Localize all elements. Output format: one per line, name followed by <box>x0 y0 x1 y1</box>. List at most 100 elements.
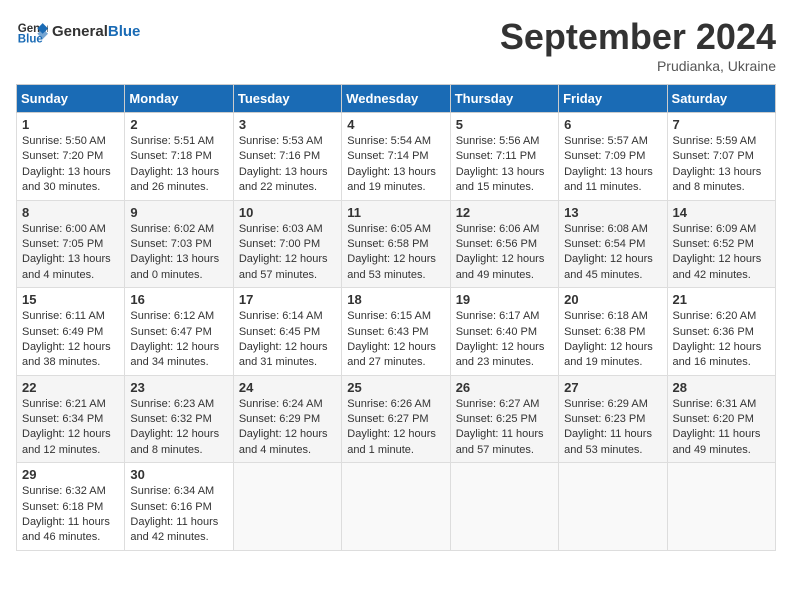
day-detail: Sunrise: 6:24 AMSunset: 6:29 PMDaylight:… <box>239 397 336 459</box>
day-number: 26 <box>456 380 553 395</box>
day-detail: Sunrise: 6:23 AMSunset: 6:32 PMDaylight:… <box>130 397 227 459</box>
day-number: 23 <box>130 380 227 395</box>
title-block: September 2024 Prudianka, Ukraine <box>500 16 776 74</box>
calendar-cell: 5Sunrise: 5:56 AMSunset: 7:11 PMDaylight… <box>450 113 558 201</box>
day-detail: Sunrise: 6:18 AMSunset: 6:38 PMDaylight:… <box>564 309 661 371</box>
day-detail: Sunrise: 5:57 AMSunset: 7:09 PMDaylight:… <box>564 134 661 196</box>
day-number: 28 <box>673 380 770 395</box>
day-number: 10 <box>239 205 336 220</box>
day-detail: Sunrise: 6:27 AMSunset: 6:25 PMDaylight:… <box>456 397 553 459</box>
month-title: September 2024 <box>500 16 776 58</box>
day-number: 14 <box>673 205 770 220</box>
day-detail: Sunrise: 6:20 AMSunset: 6:36 PMDaylight:… <box>673 309 770 371</box>
logo-icon: General Blue <box>16 16 48 48</box>
calendar-cell <box>233 463 341 551</box>
day-number: 20 <box>564 292 661 307</box>
day-number: 27 <box>564 380 661 395</box>
calendar-cell: 26 Sunrise: 6:27 AMSunset: 6:25 PMDayligh… <box>450 375 558 463</box>
calendar-week-row: 15 Sunrise: 6:11 AMSunset: 6:49 PMDayligh… <box>17 288 776 376</box>
day-detail: Sunrise: 6:26 AMSunset: 6:27 PMDaylight:… <box>347 397 444 459</box>
day-detail: Sunrise: 5:51 AMSunset: 7:18 PMDaylight:… <box>130 134 227 196</box>
day-detail: Sunrise: 6:09 AMSunset: 6:52 PMDaylight:… <box>673 222 770 284</box>
day-number: 15 <box>22 292 119 307</box>
calendar-week-row: 29 Sunrise: 6:32 AMSunset: 6:18 PMDayligh… <box>17 463 776 551</box>
day-number: 18 <box>347 292 444 307</box>
calendar-header-row: SundayMondayTuesdayWednesdayThursdayFrid… <box>17 85 776 113</box>
day-detail: Sunrise: 6:03 AMSunset: 7:00 PMDaylight:… <box>239 222 336 284</box>
logo-text: GeneralBlue <box>52 23 140 41</box>
calendar-cell <box>667 463 775 551</box>
day-number: 22 <box>22 380 119 395</box>
calendar-cell: 22 Sunrise: 6:21 AMSunset: 6:34 PMDayligh… <box>17 375 125 463</box>
day-number: 3 <box>239 117 336 132</box>
day-number: 30 <box>130 467 227 482</box>
day-number: 13 <box>564 205 661 220</box>
day-detail: Sunrise: 6:08 AMSunset: 6:54 PMDaylight:… <box>564 222 661 284</box>
calendar-cell: 24Sunrise: 6:24 AMSunset: 6:29 PMDayligh… <box>233 375 341 463</box>
weekday-header: Friday <box>559 85 667 113</box>
day-detail: Sunrise: 6:34 AMSunset: 6:16 PMDaylight:… <box>130 484 227 546</box>
day-number: 25 <box>347 380 444 395</box>
day-number: 6 <box>564 117 661 132</box>
day-detail: Sunrise: 5:59 AMSunset: 7:07 PMDaylight:… <box>673 134 770 196</box>
calendar-cell: 4 Sunrise: 5:54 AMSunset: 7:14 PMDaylight… <box>342 113 450 201</box>
calendar-cell <box>450 463 558 551</box>
page-header: General Blue GeneralBlue September 2024 … <box>16 16 776 74</box>
day-number: 2 <box>130 117 227 132</box>
calendar-cell: 14 Sunrise: 6:09 AMSunset: 6:52 PMDayligh… <box>667 200 775 288</box>
day-number: 4 <box>347 117 444 132</box>
weekday-header: Wednesday <box>342 85 450 113</box>
day-detail: Sunrise: 6:00 AMSunset: 7:05 PMDaylight:… <box>22 222 119 284</box>
day-number: 19 <box>456 292 553 307</box>
calendar-cell: 16Sunrise: 6:12 AMSunset: 6:47 PMDayligh… <box>125 288 233 376</box>
day-detail: Sunrise: 6:05 AMSunset: 6:58 PMDaylight:… <box>347 222 444 284</box>
calendar-cell: 12Sunrise: 6:06 AMSunset: 6:56 PMDayligh… <box>450 200 558 288</box>
day-detail: Sunrise: 6:21 AMSunset: 6:34 PMDaylight:… <box>22 397 119 459</box>
day-number: 7 <box>673 117 770 132</box>
calendar-cell: 15 Sunrise: 6:11 AMSunset: 6:49 PMDayligh… <box>17 288 125 376</box>
calendar-cell: 2 Sunrise: 5:51 AMSunset: 7:18 PMDaylight… <box>125 113 233 201</box>
day-number: 21 <box>673 292 770 307</box>
day-number: 9 <box>130 205 227 220</box>
calendar-cell: 30 Sunrise: 6:34 AMSunset: 6:16 PMDayligh… <box>125 463 233 551</box>
calendar-cell: 6 Sunrise: 5:57 AMSunset: 7:09 PMDaylight… <box>559 113 667 201</box>
weekday-header: Saturday <box>667 85 775 113</box>
calendar-cell: 10 Sunrise: 6:03 AMSunset: 7:00 PMDayligh… <box>233 200 341 288</box>
weekday-header: Thursday <box>450 85 558 113</box>
day-number: 1 <box>22 117 119 132</box>
day-detail: Sunrise: 5:53 AMSunset: 7:16 PMDaylight:… <box>239 134 336 196</box>
calendar-cell: 3 Sunrise: 5:53 AMSunset: 7:16 PMDaylight… <box>233 113 341 201</box>
day-number: 11 <box>347 205 444 220</box>
day-detail: Sunrise: 5:50 AMSunset: 7:20 PMDaylight:… <box>22 134 119 196</box>
calendar-cell: 13 Sunrise: 6:08 AMSunset: 6:54 PMDayligh… <box>559 200 667 288</box>
calendar-cell: 19 Sunrise: 6:17 AMSunset: 6:40 PMDayligh… <box>450 288 558 376</box>
day-detail: Sunrise: 6:06 AMSunset: 6:56 PMDaylight:… <box>456 222 553 284</box>
calendar-cell: 11 Sunrise: 6:05 AMSunset: 6:58 PMDayligh… <box>342 200 450 288</box>
day-number: 17 <box>239 292 336 307</box>
day-detail: Sunrise: 6:02 AMSunset: 7:03 PMDaylight:… <box>130 222 227 284</box>
logo: General Blue GeneralBlue <box>16 16 140 48</box>
day-number: 5 <box>456 117 553 132</box>
calendar-cell <box>342 463 450 551</box>
calendar-cell <box>559 463 667 551</box>
calendar-cell: 1 Sunrise: 5:50 AMSunset: 7:20 PMDaylight… <box>17 113 125 201</box>
day-detail: Sunrise: 6:32 AMSunset: 6:18 PMDaylight:… <box>22 484 119 546</box>
day-detail: Sunrise: 6:11 AMSunset: 6:49 PMDaylight:… <box>22 309 119 371</box>
day-detail: Sunrise: 6:14 AMSunset: 6:45 PMDaylight:… <box>239 309 336 371</box>
calendar-cell: 21 Sunrise: 6:20 AMSunset: 6:36 PMDayligh… <box>667 288 775 376</box>
day-detail: Sunrise: 5:54 AMSunset: 7:14 PMDaylight:… <box>347 134 444 196</box>
calendar-table: SundayMondayTuesdayWednesdayThursdayFrid… <box>16 84 776 551</box>
calendar-cell: 23 Sunrise: 6:23 AMSunset: 6:32 PMDayligh… <box>125 375 233 463</box>
day-detail: Sunrise: 6:15 AMSunset: 6:43 PMDaylight:… <box>347 309 444 371</box>
calendar-week-row: 22 Sunrise: 6:21 AMSunset: 6:34 PMDayligh… <box>17 375 776 463</box>
calendar-cell: 9 Sunrise: 6:02 AMSunset: 7:03 PMDaylight… <box>125 200 233 288</box>
day-detail: Sunrise: 6:17 AMSunset: 6:40 PMDaylight:… <box>456 309 553 371</box>
calendar-cell: 7 Sunrise: 5:59 AMSunset: 7:07 PMDaylight… <box>667 113 775 201</box>
calendar-cell: 18 Sunrise: 6:15 AMSunset: 6:43 PMDayligh… <box>342 288 450 376</box>
calendar-week-row: 8 Sunrise: 6:00 AMSunset: 7:05 PMDaylight… <box>17 200 776 288</box>
calendar-cell: 28Sunrise: 6:31 AMSunset: 6:20 PMDayligh… <box>667 375 775 463</box>
weekday-header: Sunday <box>17 85 125 113</box>
day-number: 8 <box>22 205 119 220</box>
day-number: 29 <box>22 467 119 482</box>
day-number: 16 <box>130 292 227 307</box>
